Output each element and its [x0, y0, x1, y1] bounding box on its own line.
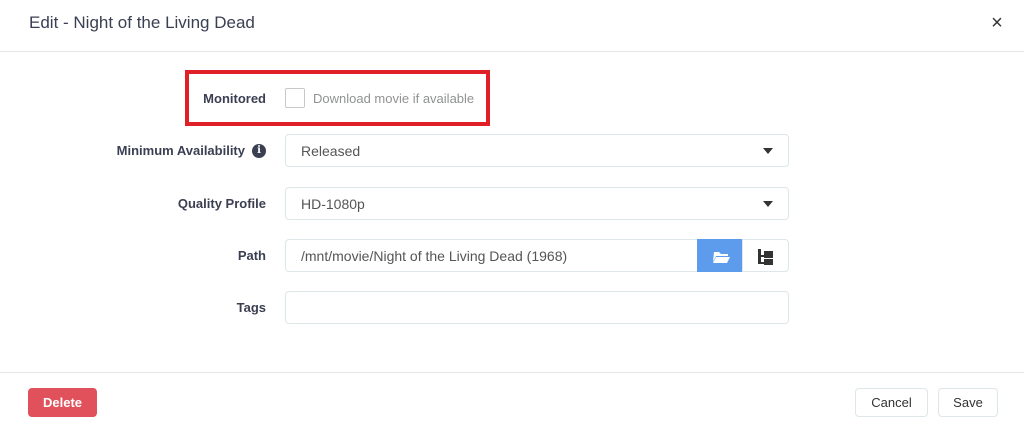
delete-button[interactable]: Delete — [28, 388, 97, 417]
modal-footer: Delete Cancel Save — [0, 372, 1024, 427]
minimum-availability-value: Released — [301, 143, 361, 159]
modal-header: Edit - Night of the Living Dead × — [0, 0, 1024, 52]
caret-down-icon — [763, 148, 773, 154]
minimum-availability-label: Minimum Availability — [116, 143, 245, 158]
save-button[interactable]: Save — [938, 388, 998, 417]
caret-down-icon — [763, 201, 773, 207]
browse-folder-button[interactable] — [697, 239, 743, 272]
path-value: /mnt/movie/Night of the Living Dead (196… — [301, 248, 568, 264]
path-label: Path — [237, 248, 266, 263]
modal-title: Edit - Night of the Living Dead — [29, 13, 255, 32]
sitemap-icon — [758, 249, 773, 265]
edit-movie-modal: Edit - Night of the Living Dead × Monito… — [0, 0, 1024, 427]
path-input[interactable]: /mnt/movie/Night of the Living Dead (196… — [285, 239, 698, 272]
close-icon[interactable]: × — [986, 12, 1008, 34]
folder-open-icon — [713, 252, 730, 263]
tags-input[interactable] — [285, 291, 789, 324]
quality-profile-value: HD-1080p — [301, 196, 365, 212]
tags-label: Tags — [236, 300, 266, 315]
cancel-button[interactable]: Cancel — [855, 388, 928, 417]
quality-profile-label: Quality Profile — [177, 196, 266, 211]
file-tree-button[interactable] — [742, 239, 789, 272]
annotation-highlight-box — [185, 70, 490, 126]
info-icon[interactable]: i — [252, 144, 266, 158]
minimum-availability-select[interactable]: Released — [285, 134, 789, 167]
quality-profile-select[interactable]: HD-1080p — [285, 187, 789, 220]
